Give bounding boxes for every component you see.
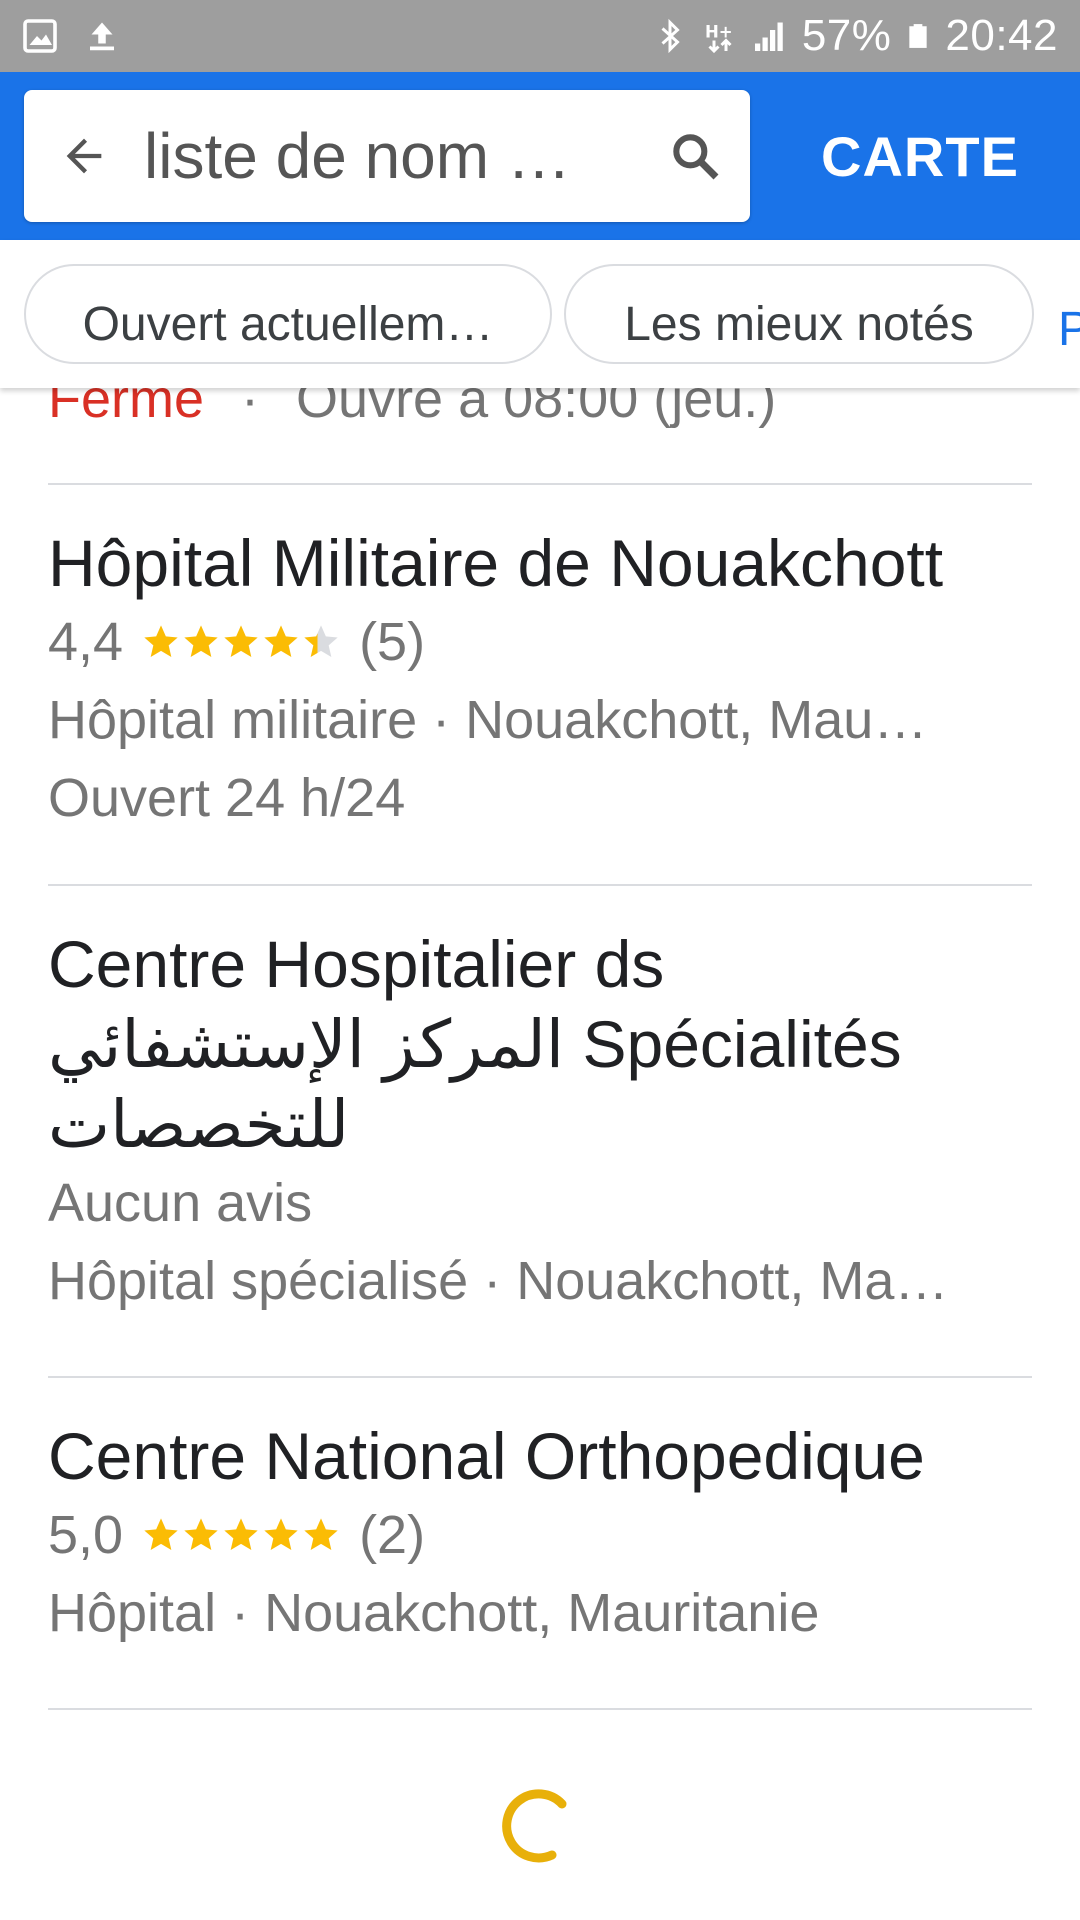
star-icon bbox=[184, 1518, 218, 1550]
arrow-back-icon bbox=[66, 138, 102, 174]
review-count: (5) bbox=[359, 612, 426, 672]
result-name-line-1: Centre Hospitalier ds bbox=[48, 927, 665, 1001]
results-list[interactable]: Fermé · Ouvre à 08:00 (jeu.) Hôpital Mil… bbox=[0, 240, 1080, 1920]
map-button[interactable]: CARTE bbox=[780, 72, 1060, 240]
search-input[interactable]: liste de nom … bbox=[144, 119, 640, 193]
star-icon bbox=[264, 1518, 298, 1550]
chip-open-now[interactable]: Ouvert actuellem… bbox=[24, 264, 552, 364]
result-category-location: Hôpital militaire · Nouakchott, Mau… bbox=[48, 690, 928, 750]
back-button[interactable] bbox=[24, 90, 144, 222]
chip-more-partial[interactable]: P bbox=[1058, 302, 1080, 357]
divider bbox=[48, 884, 1032, 886]
search-icon bbox=[673, 134, 719, 180]
rating-value: 4,4 bbox=[48, 612, 124, 672]
app-bar: liste de nom … CARTE bbox=[0, 72, 1080, 240]
star-icon bbox=[264, 625, 298, 657]
result-name: Centre National Orthopedique bbox=[48, 1419, 925, 1493]
rating-row: 4,4 (5) bbox=[48, 603, 1080, 681]
result-category-location: Hôpital spécialisé · Nouakchott, Ma… bbox=[48, 1251, 949, 1311]
chip-label: Les mieux notés bbox=[624, 297, 974, 351]
chip-label: Ouvert actuellem… bbox=[82, 297, 494, 351]
star-icon bbox=[304, 1518, 338, 1550]
result-name-line-2: المركز الإستشفائي Spécialités bbox=[48, 1007, 902, 1081]
review-count: (2) bbox=[359, 1505, 426, 1565]
result-item[interactable]: Centre Hospitalier ds المركز الإستشفائي … bbox=[48, 924, 1080, 1320]
search-box[interactable]: liste de nom … bbox=[24, 90, 750, 222]
result-item[interactable]: Hôpital Militaire de Nouakchott 4,4 (5) … bbox=[48, 523, 1080, 837]
loading-spinner-icon bbox=[502, 1789, 567, 1863]
image-icon bbox=[23, 19, 57, 53]
divider bbox=[48, 483, 1032, 485]
star-icon bbox=[224, 625, 258, 657]
battery-icon bbox=[909, 24, 928, 48]
star-rating bbox=[141, 1515, 341, 1555]
svg-text:H+: H+ bbox=[705, 23, 733, 42]
star-icon bbox=[144, 625, 178, 657]
signal-icon bbox=[754, 22, 783, 51]
search-button[interactable] bbox=[640, 90, 750, 222]
rating-row: 5,0 (2) bbox=[48, 1496, 1080, 1574]
battery-percent: 57% bbox=[801, 11, 892, 60]
divider bbox=[48, 1376, 1032, 1378]
star-icon bbox=[184, 625, 218, 657]
bluetooth-icon bbox=[661, 18, 680, 54]
network-h-plus-icon: H+ bbox=[705, 23, 733, 54]
star-rating bbox=[141, 622, 341, 662]
result-name: Hôpital Militaire de Nouakchott bbox=[48, 526, 944, 600]
star-icon bbox=[304, 625, 338, 657]
star-icon bbox=[144, 1518, 178, 1550]
no-reviews: Aucun avis bbox=[48, 1173, 313, 1233]
upload-icon bbox=[90, 22, 114, 51]
result-item[interactable]: Centre National Orthopedique 5,0 (2) Hôp… bbox=[48, 1416, 1080, 1652]
clock: 20:42 bbox=[945, 11, 1058, 60]
result-hours: Ouvert 24 h/24 bbox=[48, 768, 406, 828]
filter-chips-bar: Ouvert actuellem… Les mieux notés P bbox=[0, 240, 1080, 388]
star-icon bbox=[224, 1518, 258, 1550]
status-bar: H+ 57% 20:42 bbox=[0, 0, 1080, 72]
result-category-location: Hôpital · Nouakchott, Mauritanie bbox=[48, 1583, 820, 1643]
chip-top-rated[interactable]: Les mieux notés bbox=[564, 264, 1034, 364]
result-name-line-3: للتخصصات bbox=[48, 1087, 350, 1161]
divider bbox=[48, 1708, 1032, 1710]
rating-value: 5,0 bbox=[48, 1505, 124, 1565]
